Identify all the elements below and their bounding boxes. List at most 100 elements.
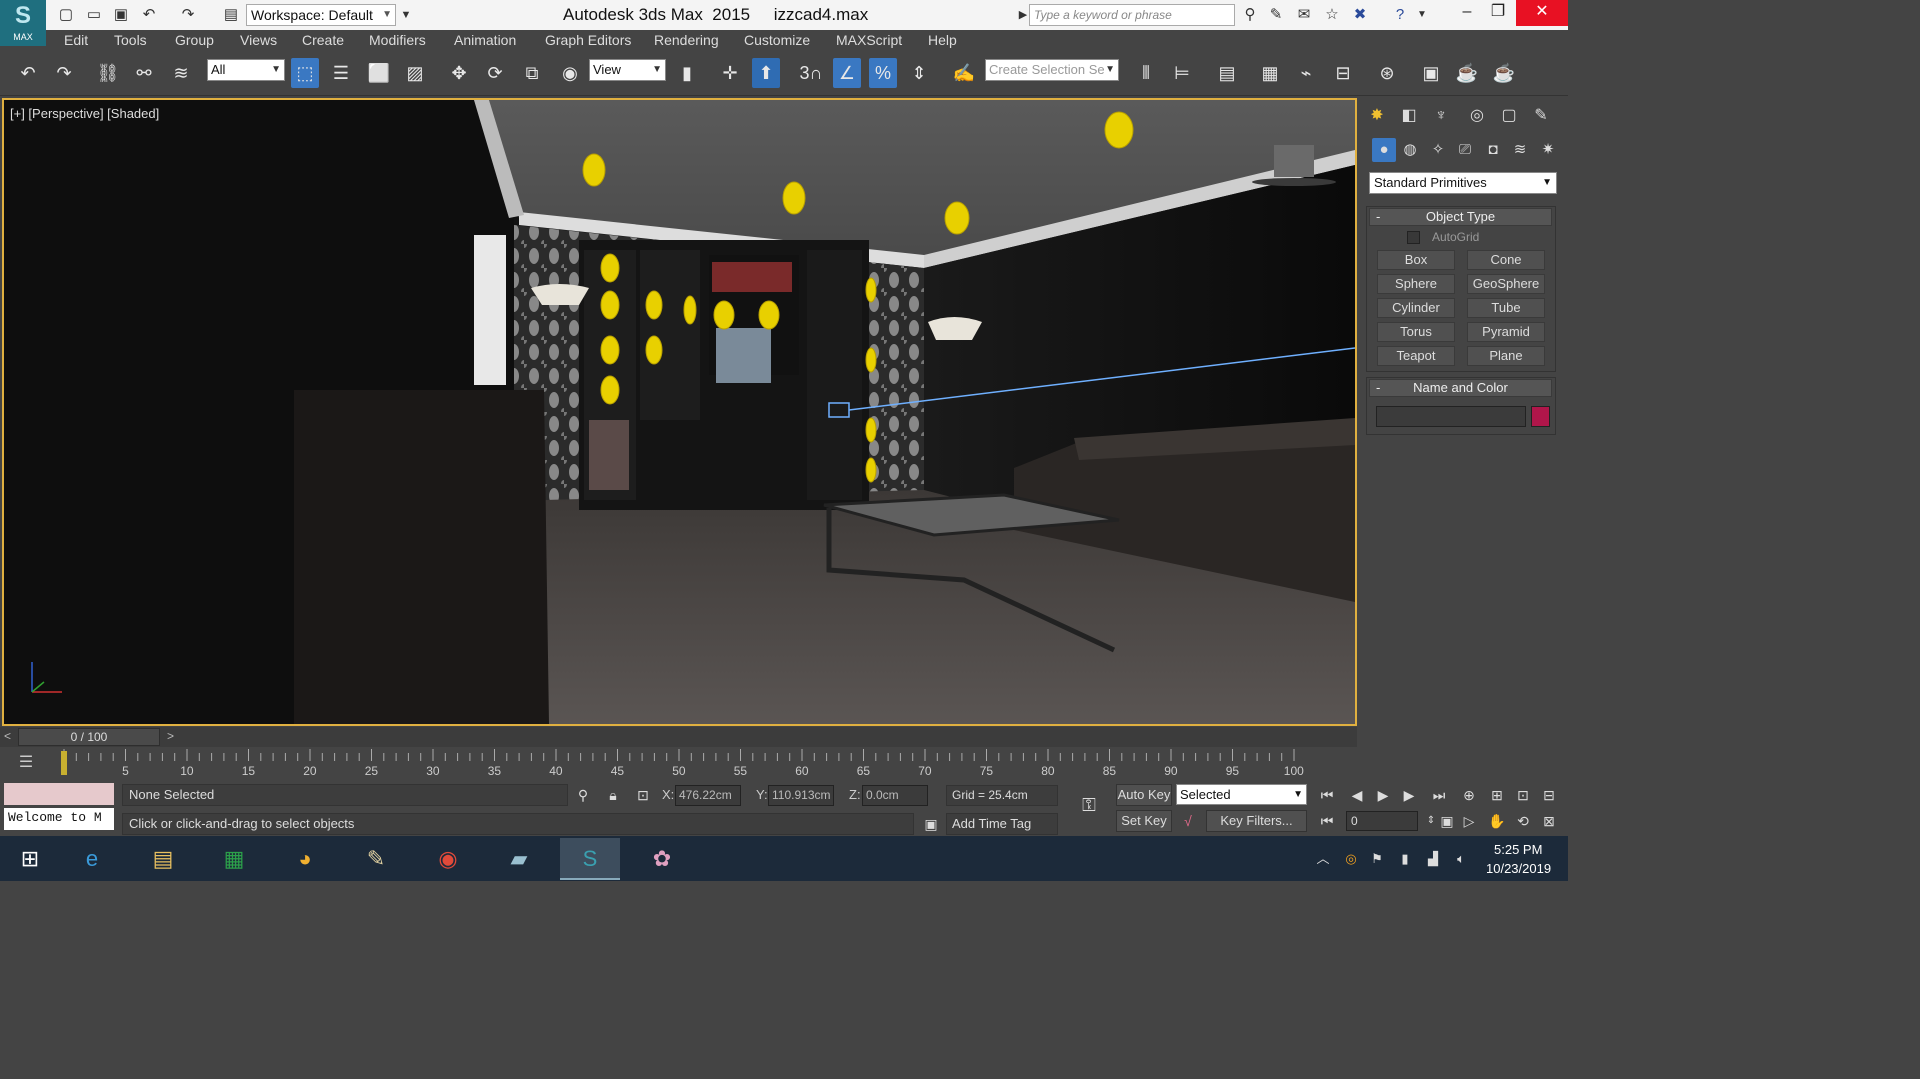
pivot-center-icon[interactable]: ▮ <box>673 58 701 88</box>
default-in-out-tangent-icon[interactable]: √ <box>1177 810 1199 832</box>
help-icon[interactable]: ? <box>1390 5 1410 25</box>
rectangular-selection-icon[interactable]: ⬜ <box>365 58 393 88</box>
zoom-extents-all-icon[interactable]: ⊟ <box>1538 784 1560 806</box>
perspective-viewport[interactable]: [+] [Perspective] [Shaded] <box>2 98 1357 726</box>
motion-tab-icon[interactable]: ◎ <box>1464 104 1490 128</box>
time-tag-icon[interactable]: ▣ <box>920 813 942 835</box>
time-slider-next[interactable]: > <box>167 729 174 743</box>
move-icon[interactable]: ✥ <box>445 58 473 88</box>
set-key-icon[interactable]: ⚿ <box>1072 794 1106 816</box>
geosphere-button[interactable]: GeoSphere <box>1467 274 1545 294</box>
tray-expand-icon[interactable]: ︿ <box>1314 850 1332 868</box>
time-slider[interactable]: < 0 / 100 > <box>0 727 1357 747</box>
named-selection-dropdown[interactable]: Create Selection Se ▼ <box>985 59 1119 81</box>
menu-views[interactable]: Views <box>240 32 277 48</box>
favorites-star-icon[interactable]: ☆ <box>1322 5 1342 25</box>
systems-icon[interactable]: ✷ <box>1536 138 1560 162</box>
lights-icon[interactable]: ✧ <box>1426 138 1450 162</box>
menu-maxscript[interactable]: MAXScript <box>836 32 902 48</box>
maxscript-listener-input[interactable]: Welcome to M <box>4 808 114 830</box>
orbit-icon[interactable]: ⟲ <box>1512 810 1534 832</box>
absolute-mode-icon[interactable]: ⊡ <box>632 784 654 806</box>
restore-icon[interactable]: ❐ <box>1481 0 1515 26</box>
x-coordinate-field[interactable]: 476.22cm <box>675 785 741 806</box>
unlink-icon[interactable]: ⚯ <box>130 58 158 88</box>
app-logo[interactable]: S MAX <box>0 0 46 46</box>
plane-button[interactable]: Plane <box>1467 346 1545 366</box>
menu-rendering[interactable]: Rendering <box>654 32 719 48</box>
tray-volume-icon[interactable]: 🔈︎ <box>1452 850 1470 868</box>
autogrid-checkbox[interactable] <box>1407 231 1420 244</box>
communication-icon[interactable]: ✉ <box>1294 5 1314 25</box>
object-type-header[interactable]: - Object Type <box>1369 208 1552 226</box>
z-coordinate-field[interactable]: 0.0cm <box>862 785 928 806</box>
open-file-icon[interactable]: ▭ <box>84 5 104 25</box>
new-file-icon[interactable]: ▢ <box>56 5 76 25</box>
display-tab-icon[interactable]: ▢ <box>1496 104 1522 128</box>
bind-space-warp-icon[interactable]: ≋ <box>167 58 195 88</box>
menu-customize[interactable]: Customize <box>744 32 810 48</box>
search-input[interactable]: Type a keyword or phrase <box>1029 4 1235 26</box>
place-icon[interactable]: ◉ <box>556 58 584 88</box>
project-folder-icon[interactable]: ▤ <box>221 5 241 25</box>
go-to-end-icon[interactable]: ⏭ <box>1428 784 1450 806</box>
tray-power-icon[interactable]: ▮ <box>1396 850 1414 868</box>
maximize-viewport-icon[interactable]: ⊠ <box>1538 810 1560 832</box>
sphere-button[interactable]: Sphere <box>1377 274 1455 294</box>
tray-flag-icon[interactable]: ⚑ <box>1368 850 1386 868</box>
viewport-label[interactable]: [+] [Perspective] [Shaded] <box>10 106 159 121</box>
zoom-all-icon[interactable]: ⊞ <box>1486 784 1508 806</box>
paint-icon[interactable]: ✿ <box>632 838 692 880</box>
menu-help[interactable]: Help <box>928 32 957 48</box>
notepad-icon[interactable]: ✎ <box>346 838 406 880</box>
save-file-icon[interactable]: ▣ <box>111 5 131 25</box>
current-frame-field[interactable]: 0 <box>1346 811 1418 831</box>
curve-editor-icon[interactable]: ⌁ <box>1292 58 1320 88</box>
close-icon[interactable]: ✕ <box>1516 0 1568 26</box>
store-icon[interactable]: ▦ <box>204 838 264 880</box>
render-setup-icon[interactable]: ▣ <box>1417 58 1445 88</box>
pyramid-button[interactable]: Pyramid <box>1467 322 1545 342</box>
utilities-tab-icon[interactable]: ✎ <box>1528 104 1554 128</box>
menu-group[interactable]: Group <box>175 32 214 48</box>
auto-key-button[interactable]: Auto Key <box>1116 784 1172 806</box>
reference-coordinate-dropdown[interactable]: View ▼ <box>589 59 666 81</box>
tube-button[interactable]: Tube <box>1467 298 1545 318</box>
layer-explorer-icon[interactable]: ▤ <box>1213 58 1241 88</box>
object-name-field[interactable] <box>1376 406 1526 427</box>
menu-graph-editors[interactable]: Graph Editors <box>545 32 631 48</box>
menu-tools[interactable]: Tools <box>114 32 147 48</box>
key-mode-toggle-icon[interactable]: ⏮ <box>1316 810 1338 832</box>
3ds-max-taskbar-icon[interactable]: S <box>560 838 620 880</box>
object-color-swatch[interactable] <box>1531 406 1550 427</box>
mirror-icon[interactable]: ⫴ <box>1132 58 1160 88</box>
render-frame-icon[interactable]: ☕ <box>1453 58 1481 88</box>
selection-filter-dropdown[interactable]: All ▼ <box>207 59 285 81</box>
time-slider-prev[interactable]: < <box>4 729 11 743</box>
primitive-category-dropdown[interactable]: Standard Primitives ▼ <box>1369 172 1557 194</box>
previous-frame-icon[interactable]: ◀ <box>1346 784 1368 806</box>
modify-tab-icon[interactable]: ◧ <box>1396 104 1422 128</box>
menu-create[interactable]: Create <box>302 32 344 48</box>
keyboard-shortcut-override-icon[interactable]: ⬆ <box>752 58 780 88</box>
spinner-snap-icon[interactable]: ⇕ <box>905 58 933 88</box>
name-and-color-header[interactable]: - Name and Color <box>1369 379 1552 397</box>
minimize-icon[interactable]: – <box>1450 0 1484 26</box>
angle-snap-icon[interactable]: ∠ <box>833 58 861 88</box>
windows-start-icon[interactable]: ⊞ <box>0 838 60 880</box>
torus-button[interactable]: Torus <box>1377 322 1455 342</box>
go-to-start-icon[interactable]: ⏮ <box>1316 784 1338 806</box>
window-crossing-icon[interactable]: ▨ <box>401 58 429 88</box>
undo-icon[interactable]: ↶ <box>139 5 159 25</box>
clock-time[interactable]: 5:25 PM <box>1494 842 1542 857</box>
percent-snap-icon[interactable]: % <box>869 58 897 88</box>
edit-named-selection-icon[interactable]: ✍ <box>950 58 978 88</box>
field-of-view-icon[interactable]: ▷ <box>1458 810 1480 832</box>
align-icon[interactable]: ⊨ <box>1168 58 1196 88</box>
chrome-icon[interactable]: ◉ <box>418 838 478 880</box>
select-object-icon[interactable]: ⬚ <box>291 58 319 88</box>
create-tab-icon[interactable]: ✸ <box>1364 104 1390 128</box>
space-warps-icon[interactable]: ≋ <box>1508 138 1532 162</box>
maxscript-listener-output[interactable] <box>4 783 114 805</box>
subscription-icon[interactable]: ✎ <box>1266 5 1286 25</box>
